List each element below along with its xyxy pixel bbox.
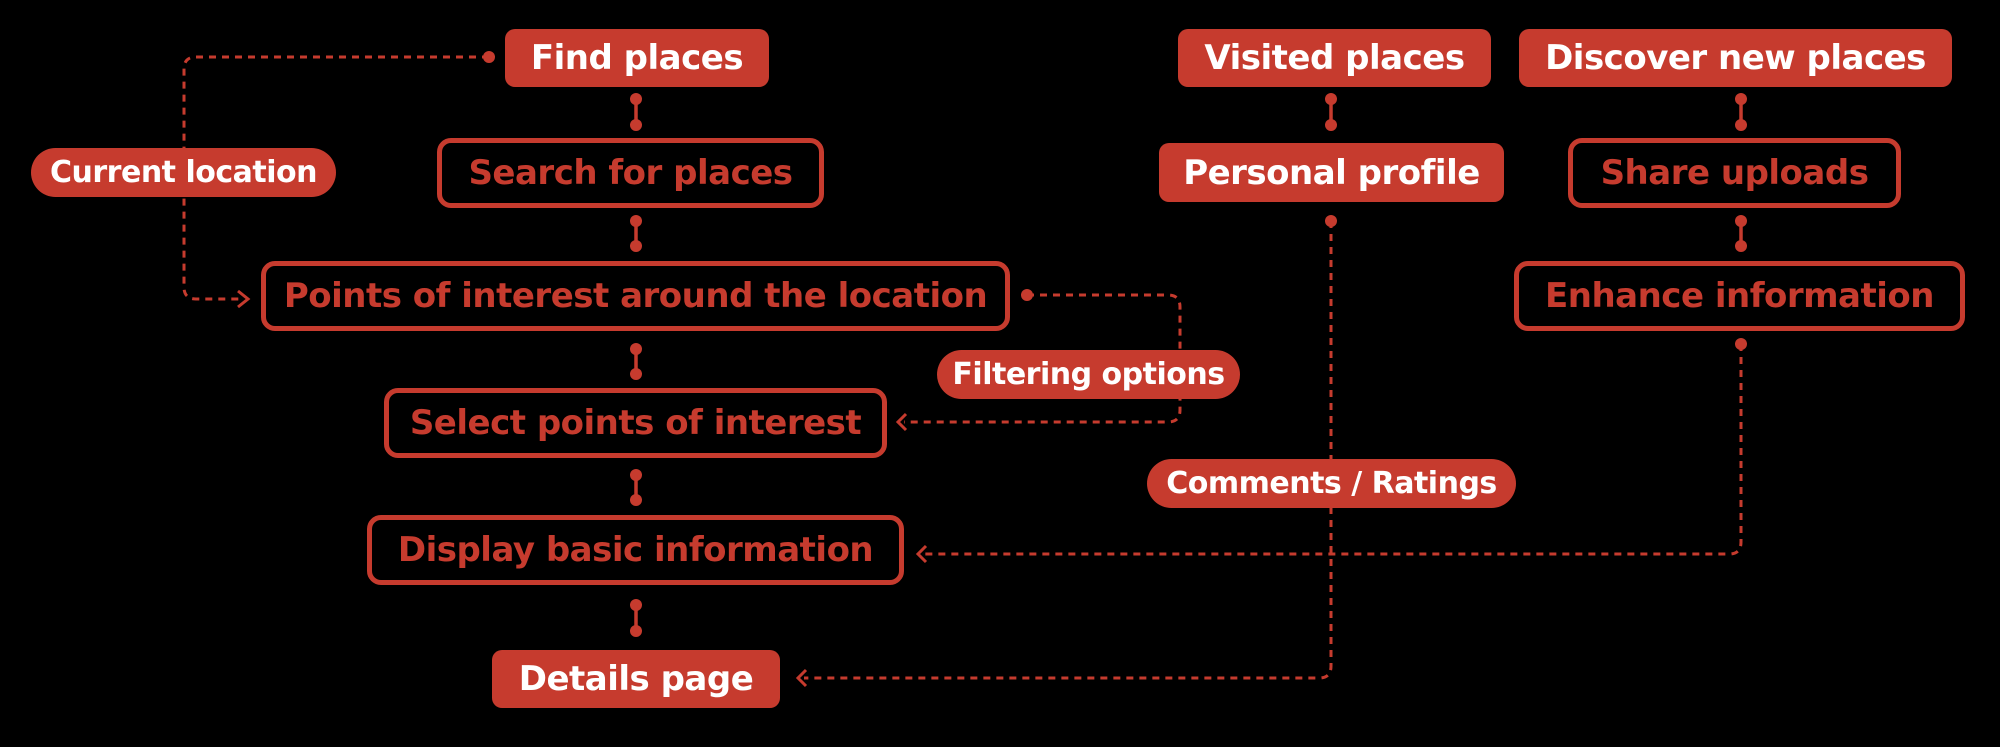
node-search-for-places[interactable]: Search for places: [437, 138, 824, 208]
node-details-page[interactable]: Details page: [492, 650, 780, 708]
node-points-of-interest[interactable]: Points of interest around the location: [261, 261, 1010, 331]
link-discover-to-share: [1735, 93, 1747, 131]
node-select-points-of-interest[interactable]: Select points of interest: [384, 388, 887, 458]
link-visited-to-profile: [1325, 93, 1337, 131]
node-visited-places[interactable]: Visited places: [1178, 29, 1491, 87]
node-share-uploads[interactable]: Share uploads: [1568, 138, 1901, 208]
label-current-location: Current location: [31, 148, 336, 197]
node-discover-new-places[interactable]: Discover new places: [1519, 29, 1952, 87]
link-search-to-poi: [630, 215, 642, 252]
link-select-to-display: [630, 469, 642, 506]
node-enhance-information[interactable]: Enhance information: [1514, 261, 1965, 331]
label-comments-ratings: Comments / Ratings: [1147, 459, 1516, 508]
link-share-to-enhance: [1735, 215, 1747, 252]
node-display-basic-information[interactable]: Display basic information: [367, 515, 904, 585]
link-poi-to-select: [630, 343, 642, 380]
node-personal-profile[interactable]: Personal profile: [1159, 143, 1504, 202]
label-filtering-options: Filtering options: [937, 350, 1240, 399]
link-display-to-details: [630, 599, 642, 637]
node-find-places[interactable]: Find places: [505, 29, 769, 87]
link-find-to-search: [630, 93, 642, 131]
